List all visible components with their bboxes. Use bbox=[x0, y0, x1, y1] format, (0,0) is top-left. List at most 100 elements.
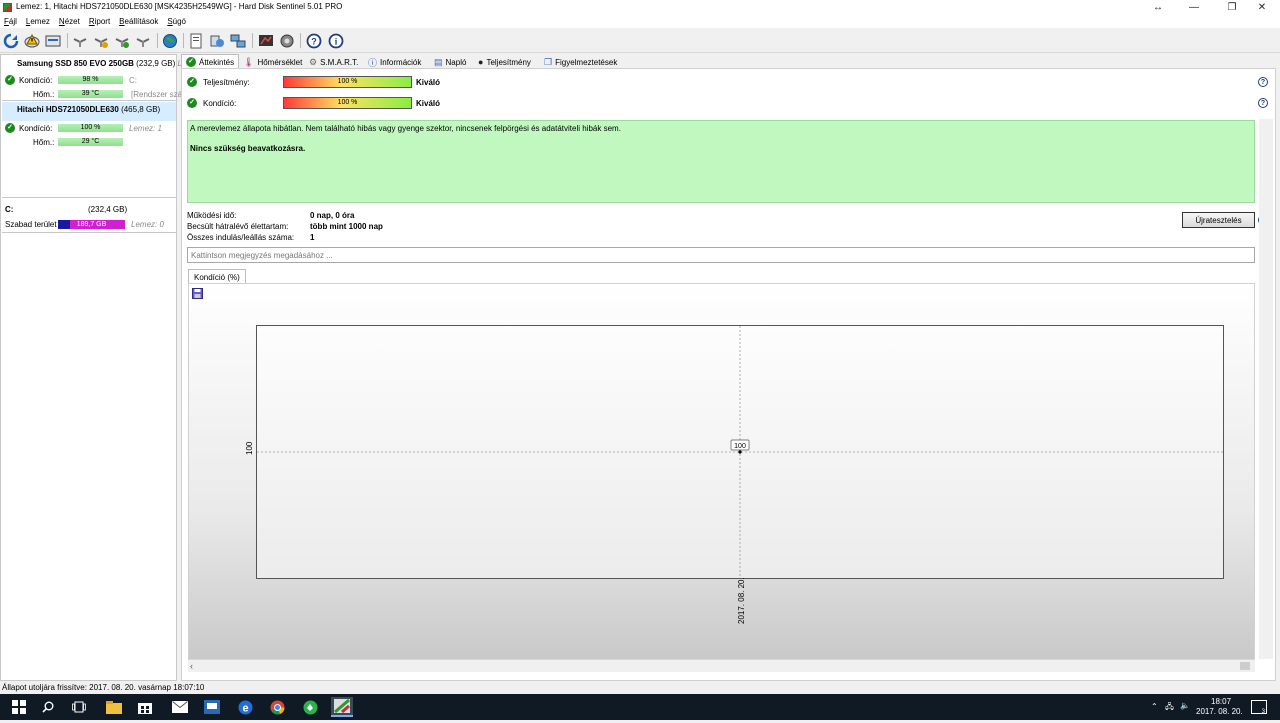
y-tick-label: 100 bbox=[245, 441, 254, 455]
tray-arrow-icon[interactable]: ⌃ bbox=[1151, 702, 1158, 711]
mail-icon[interactable] bbox=[169, 697, 191, 717]
document-icon[interactable] bbox=[187, 32, 205, 49]
info-icon: ⓘ bbox=[368, 57, 378, 68]
tab-smart[interactable]: ⚙ S.M.A.R.T. bbox=[305, 55, 362, 69]
tab-performance[interactable]: ● Teljesítmény bbox=[474, 55, 535, 69]
menu-disk[interactable]: Lemez bbox=[22, 15, 55, 28]
disk-item-hitachi-details: ✓ Kondíció: 100 % Lemez: 1 Hőm.: 29 °C bbox=[2, 121, 176, 148]
lifetime-value: több mint 1000 nap bbox=[310, 222, 383, 231]
disk-name: Hitachi HDS721050DLE630 bbox=[17, 105, 119, 114]
satellite-check-icon[interactable] bbox=[113, 32, 131, 49]
app-icon bbox=[3, 3, 12, 12]
disk-item-samsung[interactable]: Samsung SSD 850 EVO 250GB (232,9 GB) Le … bbox=[2, 56, 186, 101]
help-icon[interactable]: ? bbox=[1258, 98, 1268, 108]
note-input[interactable]: Kattintson megjegyzés megadásához ... bbox=[187, 247, 1255, 263]
tab-information[interactable]: ⓘ Információk bbox=[364, 55, 425, 69]
menu-report[interactable]: Riport bbox=[85, 15, 115, 28]
volume-size: (232,4 GB) bbox=[88, 205, 128, 214]
network-icon[interactable] bbox=[229, 32, 247, 49]
scroll-thumb[interactable] bbox=[1240, 662, 1250, 670]
overview-panel: ✓ Teljesítmény: 100 % Kiváló ? ✓ Kondíci… bbox=[181, 68, 1276, 681]
disk-list-spacer bbox=[2, 150, 176, 198]
file-explorer-icon[interactable] bbox=[103, 697, 125, 717]
report-icon[interactable] bbox=[257, 32, 275, 49]
status-description-box: A merevlemez állapota hibátlan. Nem talá… bbox=[187, 120, 1255, 203]
notification-count: 3 bbox=[1261, 709, 1265, 715]
uptime-label: Működési idő: bbox=[187, 211, 237, 220]
volume-item[interactable]: C: (232,4 GB) Szabad terület 189,7 GB Le… bbox=[2, 199, 176, 233]
help-icon[interactable]: ? bbox=[1258, 77, 1268, 87]
data-label: 100 bbox=[734, 443, 746, 450]
scroll-left-icon[interactable]: ‹ bbox=[190, 661, 193, 671]
disk-list-panel: Samsung SSD 850 EVO 250GB (232,9 GB) Le … bbox=[0, 54, 186, 681]
condition-label: Kondíció: bbox=[203, 99, 237, 108]
chrome-icon[interactable] bbox=[266, 697, 288, 717]
warning-disk-icon[interactable] bbox=[23, 32, 41, 49]
help-icon[interactable]: ? bbox=[305, 32, 323, 49]
menu-help[interactable]: Súgó bbox=[163, 15, 191, 28]
satellite-icon[interactable] bbox=[71, 32, 89, 49]
refresh-icon[interactable] bbox=[2, 32, 20, 49]
close-button[interactable]: ✕ bbox=[1244, 0, 1280, 15]
windows-start-icon[interactable] bbox=[8, 697, 30, 717]
smart-icon: ⚙ bbox=[309, 56, 318, 67]
condition-bar: 100 % bbox=[283, 97, 412, 109]
notification-icon[interactable]: 3 bbox=[1251, 700, 1267, 715]
tab-alerts[interactable]: ❐ Figyelmeztetések bbox=[540, 55, 621, 69]
clock-date[interactable]: 2017. 08. 20. bbox=[1196, 707, 1243, 716]
condition-label: Kondíció: bbox=[19, 124, 53, 133]
temp-label: Hőm.: bbox=[33, 138, 55, 147]
retest-button[interactable]: Újratesztelés bbox=[1182, 212, 1255, 228]
chart-area: 100 100 2017. 08. 20. bbox=[188, 283, 1255, 660]
disk-name: Samsung SSD 850 EVO 250GB bbox=[17, 59, 134, 68]
task-view-icon[interactable] bbox=[68, 697, 90, 717]
satellite-icon[interactable] bbox=[134, 32, 152, 49]
disk-info-icon[interactable] bbox=[44, 32, 62, 49]
ok-check-icon: ✓ bbox=[5, 75, 15, 85]
volume-tray-icon[interactable]: 🔈 bbox=[1180, 701, 1190, 710]
save-icon[interactable] bbox=[192, 288, 203, 299]
performance-rating: Kiváló bbox=[416, 78, 441, 87]
horizontal-scrollbar[interactable]: ‹ bbox=[188, 659, 1255, 672]
clock-time[interactable]: 18:07 bbox=[1211, 697, 1231, 706]
satellite-icon[interactable] bbox=[92, 32, 110, 49]
store-icon[interactable] bbox=[134, 697, 156, 717]
menu-settings[interactable]: Beállítások bbox=[115, 15, 163, 28]
thermometer-icon: 🌡 bbox=[243, 56, 255, 67]
minimize-button[interactable]: — bbox=[1176, 0, 1212, 15]
temp-label: Hőm.: bbox=[33, 90, 55, 99]
feedly-icon[interactable] bbox=[299, 697, 321, 717]
edge-icon[interactable]: e bbox=[234, 697, 256, 717]
tab-overview[interactable]: ✓ Áttekintés bbox=[181, 54, 240, 69]
info-icon[interactable]: i bbox=[327, 32, 345, 49]
toolbar-separator bbox=[252, 33, 253, 48]
app-icon[interactable] bbox=[201, 697, 223, 717]
startstop-label: Összes indulás/leállás száma: bbox=[187, 233, 295, 242]
disk-note: [Rendszer szá bbox=[131, 90, 183, 99]
tab-log[interactable]: ▤ Napló bbox=[430, 55, 470, 69]
toolbar-separator bbox=[157, 33, 158, 48]
title-bar: Lemez: 1, Hitachi HDS721050DLE630 [MSK42… bbox=[0, 0, 1280, 15]
copy-icon[interactable] bbox=[208, 32, 226, 49]
alerts-icon: ❐ bbox=[544, 56, 553, 67]
condition-label: Kondíció: bbox=[19, 76, 53, 85]
search-icon[interactable] bbox=[37, 697, 59, 717]
settings-icon[interactable] bbox=[278, 32, 296, 49]
resize-icon[interactable]: ↔ bbox=[1140, 0, 1176, 15]
free-space-bar: 189,7 GB bbox=[58, 220, 125, 229]
log-icon: ▤ bbox=[434, 56, 443, 67]
network-tray-icon[interactable]: 🖧 bbox=[1165, 701, 1174, 715]
tab-temperature[interactable]: 🌡 Hőmérséklet bbox=[239, 55, 306, 69]
vertical-scrollbar[interactable] bbox=[1259, 119, 1273, 659]
condition-rating: Kiváló bbox=[416, 99, 441, 108]
chart-tab-condition[interactable]: Kondíció (%) bbox=[188, 269, 246, 284]
menu-view[interactable]: Nézet bbox=[55, 15, 85, 28]
status-text: A merevlemez állapota hibátlan. Nem talá… bbox=[190, 124, 621, 133]
globe-icon[interactable] bbox=[161, 32, 179, 49]
uptime-value: 0 nap, 0 óra bbox=[310, 211, 355, 220]
startstop-value: 1 bbox=[310, 233, 315, 242]
menu-file[interactable]: Fájl bbox=[0, 15, 22, 28]
data-point bbox=[738, 450, 742, 454]
hard-disk-sentinel-task-icon[interactable] bbox=[331, 697, 353, 717]
taskbar: e ⌃ 🖧 🔈 18:07 2017. 08. 20. 3 bbox=[0, 694, 1280, 720]
